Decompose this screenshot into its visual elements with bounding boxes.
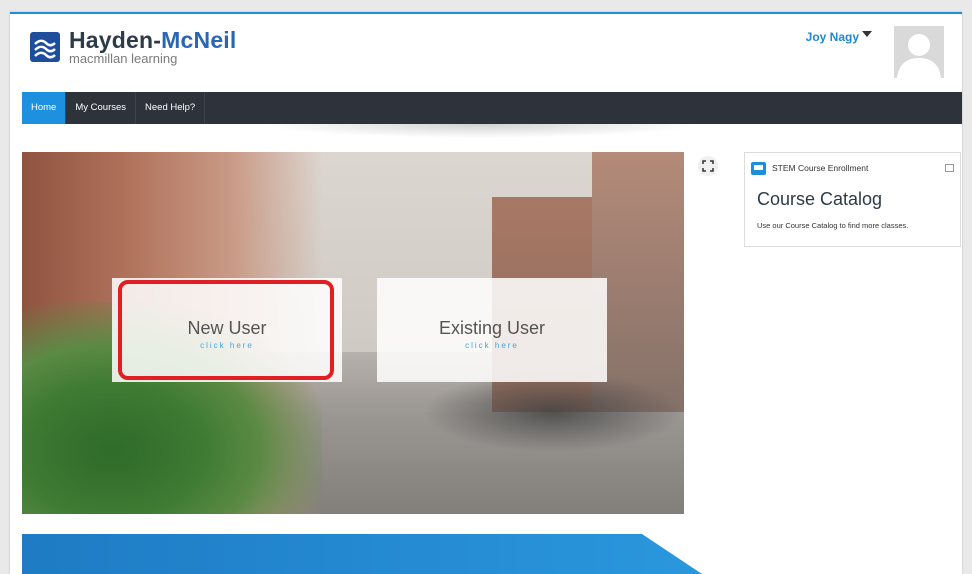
expand-icon[interactable]: [698, 156, 718, 176]
widget-description: Use our Course Catalog to find more clas…: [757, 221, 909, 230]
brand-tagline: macmillan learning: [69, 51, 178, 66]
user-name: Joy Nagy: [805, 30, 859, 44]
nav-home[interactable]: Home: [22, 92, 67, 124]
existing-user-tile[interactable]: Existing User click here: [377, 278, 607, 382]
widget-title[interactable]: Course Catalog: [757, 189, 882, 210]
logo-icon: [30, 32, 60, 62]
minimize-icon[interactable]: [945, 164, 954, 172]
caret-down-icon: [862, 31, 872, 37]
avatar-icon: [897, 34, 941, 78]
brand-logo[interactable]: Hayden-McNeil macmillan learning: [30, 28, 237, 66]
bottom-banner: [22, 534, 702, 574]
highlight-box: [118, 280, 334, 380]
nav-need-help[interactable]: Need Help?: [136, 92, 206, 124]
main-nav: Home My Courses Need Help?: [22, 92, 962, 124]
hero-banner: New User click here Existing User click …: [22, 152, 684, 514]
course-catalog-widget: STEM Course Enrollment Course Catalog Us…: [744, 152, 961, 247]
widget-label: STEM Course Enrollment: [772, 163, 869, 173]
widget-header: STEM Course Enrollment: [751, 160, 954, 176]
nav-shadow: [260, 124, 700, 138]
user-menu[interactable]: Joy Nagy: [806, 30, 872, 44]
nav-my-courses[interactable]: My Courses: [66, 92, 137, 124]
existing-user-title: Existing User: [438, 318, 546, 338]
brand-name: Hayden-McNeil: [69, 27, 237, 53]
monitor-icon: [751, 161, 766, 175]
existing-user-subtitle: click here: [465, 341, 519, 350]
page: Hayden-McNeil macmillan learning Joy Nag…: [10, 12, 962, 574]
avatar[interactable]: [894, 26, 944, 78]
